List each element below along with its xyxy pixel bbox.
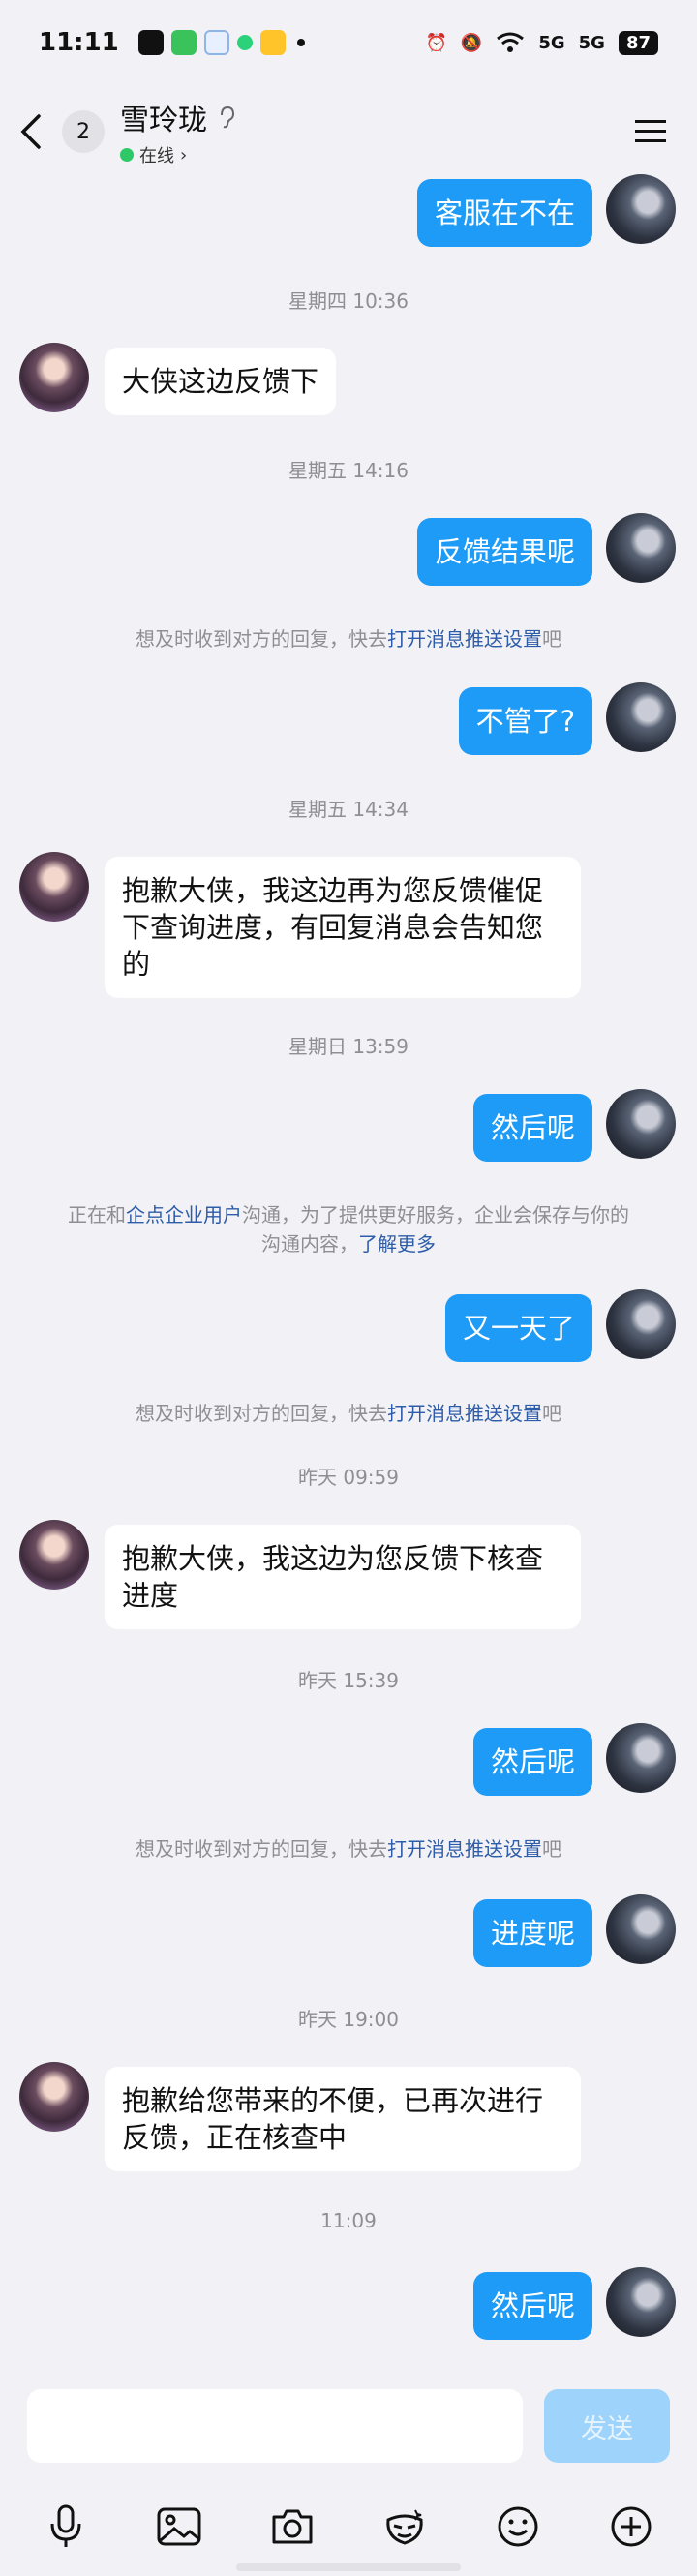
- sticker-icon: [386, 2509, 423, 2545]
- mail-icon: [259, 30, 286, 55]
- push-settings-link[interactable]: 打开消息推送设置: [387, 627, 542, 651]
- emoji-button[interactable]: [491, 2500, 545, 2554]
- app-icon: [203, 30, 229, 55]
- mute-icon: 🔕: [460, 32, 483, 53]
- notification-icons: [137, 30, 305, 55]
- tiktok-icon: [137, 30, 164, 55]
- cs-avatar[interactable]: [19, 852, 89, 922]
- timestamp: 昨天 15:39: [298, 1669, 399, 1692]
- my-avatar[interactable]: [606, 682, 676, 752]
- timestamp: 昨天 09:59: [298, 1466, 399, 1489]
- system-notice: 想及时收到对方的回复，快去打开消息推送设置吧: [136, 1837, 561, 1861]
- plus-button[interactable]: [604, 2500, 658, 2554]
- image-button[interactable]: [152, 2500, 206, 2554]
- message-bubble-cs[interactable]: 抱歉大侠，我这边为您反馈下核查 进度: [105, 1525, 581, 1629]
- timestamp: 星期日 13:59: [288, 1035, 409, 1058]
- chevron-right-icon: ›: [180, 144, 188, 166]
- image-icon: [157, 2507, 201, 2546]
- system-notice: 想及时收到对方的回复，快去打开消息推送设置吧: [136, 1402, 561, 1425]
- message-bubble-cs[interactable]: 抱歉大侠，我这边再为您反馈催促 下查询进度，有回复消息会告知您 的: [105, 857, 581, 998]
- timestamp: 昨天 19:00: [298, 2008, 399, 2031]
- message-bubble-cs[interactable]: 大侠这边反馈下: [105, 348, 337, 415]
- menu-button[interactable]: [623, 105, 678, 159]
- clock: 11:11: [39, 28, 119, 57]
- message-bubble-me[interactable]: 然后呢: [472, 1094, 592, 1162]
- chat-title-group[interactable]: 雪玲珑 在线 ›: [120, 96, 236, 167]
- online-status: 在线: [139, 146, 174, 167]
- toolbar: [0, 2496, 697, 2558]
- send-button[interactable]: 发送: [544, 2389, 670, 2463]
- message-bubble-me[interactable]: 反馈结果呢: [416, 518, 592, 586]
- message-bubble-me[interactable]: 然后呢: [472, 2272, 592, 2340]
- online-dot-icon: [120, 148, 134, 162]
- my-avatar[interactable]: [606, 1089, 676, 1159]
- message-bubble-me[interactable]: 又一天了: [444, 1294, 592, 1362]
- wechat-icon: [236, 35, 253, 50]
- unread-badge[interactable]: 2: [62, 110, 105, 153]
- mic-button[interactable]: [39, 2500, 93, 2554]
- message-bubble-me[interactable]: 客服在不在: [416, 179, 592, 247]
- more-dot-icon: [296, 39, 305, 46]
- timestamp: 星期五 14:34: [288, 798, 409, 821]
- system-notice: 想及时收到对方的回复，快去打开消息推送设置吧: [136, 627, 561, 651]
- chat-title: 雪玲珑: [120, 104, 207, 137]
- timestamp: 星期五 14:16: [288, 459, 409, 482]
- status-bar: 11:11 ⏰ 🔕 5G 5G 87: [0, 0, 697, 85]
- push-settings-link[interactable]: 打开消息推送设置: [387, 1837, 542, 1861]
- home-indicator[interactable]: [236, 2563, 461, 2571]
- my-avatar[interactable]: [606, 174, 676, 244]
- my-avatar[interactable]: [606, 2267, 676, 2337]
- sticker-button[interactable]: [378, 2500, 432, 2554]
- ear-icon: [221, 106, 235, 129]
- app-icon: [170, 30, 197, 55]
- battery-icon: 87: [618, 30, 658, 55]
- my-avatar[interactable]: [606, 513, 676, 583]
- camera-icon: [272, 2509, 313, 2544]
- enterprise-user-link[interactable]: 企点企业用户: [126, 1203, 242, 1227]
- timestamp: 11:09: [320, 2209, 377, 2232]
- message-bubble-me[interactable]: 进度呢: [472, 1899, 592, 1967]
- signal-icon: 5G: [578, 32, 605, 53]
- mic-icon: [50, 2504, 81, 2547]
- camera-button[interactable]: [265, 2500, 319, 2554]
- signal-icon: 5G: [538, 32, 565, 53]
- cs-avatar[interactable]: [19, 2062, 89, 2132]
- alarm-icon: ⏰: [425, 32, 447, 53]
- message-input[interactable]: [27, 2389, 523, 2463]
- message-bubble-me[interactable]: 不管了?: [458, 687, 592, 755]
- wifi-icon: [497, 32, 525, 52]
- cs-avatar[interactable]: [19, 343, 89, 412]
- back-arrow-icon: [20, 114, 41, 149]
- message-bubble-cs[interactable]: 抱歉给您带来的不便，已再次进行 反馈，正在核查中: [105, 2067, 581, 2171]
- timestamp: 星期四 10:36: [288, 289, 409, 313]
- system-notice: 正在和企点企业用户沟通，为了提供更好服务，企业会保存与你的 沟通内容，了解更多: [68, 1203, 629, 1256]
- menu-icon: [635, 120, 666, 142]
- push-settings-link[interactable]: 打开消息推送设置: [387, 1402, 542, 1425]
- plus-icon: [611, 2506, 652, 2547]
- emoji-icon: [498, 2506, 538, 2547]
- chat-header: 2 雪玲珑 在线 ›: [0, 85, 697, 178]
- learn-more-link[interactable]: 了解更多: [358, 1232, 436, 1256]
- my-avatar[interactable]: [606, 1894, 676, 1964]
- message-bubble-me[interactable]: 然后呢: [472, 1728, 592, 1796]
- input-area: 发送: [0, 2372, 697, 2576]
- my-avatar[interactable]: [606, 1289, 676, 1359]
- my-avatar[interactable]: [606, 1723, 676, 1793]
- back-button[interactable]: [19, 105, 58, 159]
- cs-avatar[interactable]: [19, 1520, 89, 1590]
